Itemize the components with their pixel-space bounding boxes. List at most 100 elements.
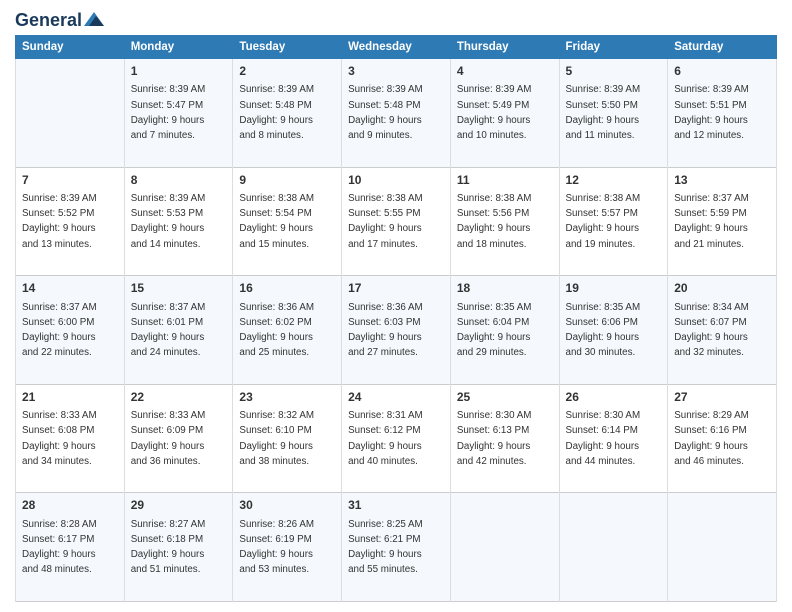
day-number: 27 (674, 389, 770, 406)
calendar-week-row: 28 Sunrise: 8:28 AMSunset: 6:17 PMDayligh… (16, 493, 777, 602)
day-number: 1 (131, 63, 227, 80)
weekday-header-thursday: Thursday (450, 36, 559, 59)
calendar-cell: 10 Sunrise: 8:38 AMSunset: 5:55 PMDayligh… (342, 167, 451, 276)
day-info: Sunrise: 8:37 AMSunset: 6:00 PMDaylight:… (22, 302, 97, 359)
day-info: Sunrise: 8:28 AMSunset: 6:17 PMDaylight:… (22, 519, 97, 576)
calendar-cell: 18 Sunrise: 8:35 AMSunset: 6:04 PMDayligh… (450, 276, 559, 385)
calendar-cell: 30 Sunrise: 8:26 AMSunset: 6:19 PMDayligh… (233, 493, 342, 602)
calendar-cell: 19 Sunrise: 8:35 AMSunset: 6:06 PMDayligh… (559, 276, 668, 385)
day-info: Sunrise: 8:35 AMSunset: 6:04 PMDaylight:… (457, 302, 532, 359)
logo-display: General (15, 10, 104, 31)
day-number: 11 (457, 172, 553, 189)
day-info: Sunrise: 8:36 AMSunset: 6:03 PMDaylight:… (348, 302, 423, 359)
calendar-cell: 4 Sunrise: 8:39 AMSunset: 5:49 PMDaylight… (450, 59, 559, 168)
day-number: 9 (239, 172, 335, 189)
day-number: 18 (457, 280, 553, 297)
calendar-cell: 13Sunrise: 8:37 AMSunset: 5:59 PMDayligh… (668, 167, 777, 276)
calendar-cell: 25 Sunrise: 8:30 AMSunset: 6:13 PMDayligh… (450, 384, 559, 493)
day-number: 5 (566, 63, 662, 80)
day-info: Sunrise: 8:26 AMSunset: 6:19 PMDaylight:… (239, 519, 314, 576)
calendar-body: 1 Sunrise: 8:39 AMSunset: 5:47 PMDaylight… (16, 59, 777, 602)
day-info: Sunrise: 8:39 AMSunset: 5:49 PMDaylight:… (457, 84, 532, 141)
day-number: 17 (348, 280, 444, 297)
day-number: 15 (131, 280, 227, 297)
calendar-cell: 20Sunrise: 8:34 AMSunset: 6:07 PMDayligh… (668, 276, 777, 385)
day-info: Sunrise: 8:38 AMSunset: 5:55 PMDaylight:… (348, 193, 423, 250)
day-info: Sunrise: 8:35 AMSunset: 6:06 PMDaylight:… (566, 302, 641, 359)
day-info: Sunrise: 8:37 AMSunset: 6:01 PMDaylight:… (131, 302, 206, 359)
day-number: 7 (22, 172, 118, 189)
logo: General (15, 10, 104, 27)
day-number: 2 (239, 63, 335, 80)
day-info: Sunrise: 8:39 AMSunset: 5:50 PMDaylight:… (566, 84, 641, 141)
weekday-header-friday: Friday (559, 36, 668, 59)
calendar-cell (450, 493, 559, 602)
calendar-week-row: 1 Sunrise: 8:39 AMSunset: 5:47 PMDaylight… (16, 59, 777, 168)
day-number: 12 (566, 172, 662, 189)
day-number: 16 (239, 280, 335, 297)
day-info: Sunrise: 8:39 AMSunset: 5:52 PMDaylight:… (22, 193, 97, 250)
page: General SundayMondayTuesdayWednesdayThur… (0, 0, 792, 612)
calendar-cell: 16 Sunrise: 8:36 AMSunset: 6:02 PMDayligh… (233, 276, 342, 385)
calendar-cell: 1 Sunrise: 8:39 AMSunset: 5:47 PMDaylight… (124, 59, 233, 168)
day-info: Sunrise: 8:38 AMSunset: 5:56 PMDaylight:… (457, 193, 532, 250)
calendar-cell: 2 Sunrise: 8:39 AMSunset: 5:48 PMDaylight… (233, 59, 342, 168)
day-number: 21 (22, 389, 118, 406)
day-info: Sunrise: 8:36 AMSunset: 6:02 PMDaylight:… (239, 302, 314, 359)
day-info: Sunrise: 8:38 AMSunset: 5:54 PMDaylight:… (239, 193, 314, 250)
calendar-week-row: 14 Sunrise: 8:37 AMSunset: 6:00 PMDayligh… (16, 276, 777, 385)
day-number: 23 (239, 389, 335, 406)
day-number: 4 (457, 63, 553, 80)
day-number: 31 (348, 497, 444, 514)
day-number: 29 (131, 497, 227, 514)
calendar-cell: 27 Sunrise: 8:29 AMSunset: 6:16 PMDayligh… (668, 384, 777, 493)
day-number: 3 (348, 63, 444, 80)
day-number: 10 (348, 172, 444, 189)
weekday-header-wednesday: Wednesday (342, 36, 451, 59)
calendar-table: SundayMondayTuesdayWednesdayThursdayFrid… (15, 35, 777, 602)
calendar-cell: 11 Sunrise: 8:38 AMSunset: 5:56 PMDayligh… (450, 167, 559, 276)
day-info: Sunrise: 8:30 AMSunset: 6:13 PMDaylight:… (457, 410, 532, 467)
day-info: Sunrise: 8:32 AMSunset: 6:10 PMDaylight:… (239, 410, 314, 467)
calendar-cell: 6 Sunrise: 8:39 AMSunset: 5:51 PMDaylight… (668, 59, 777, 168)
calendar-cell: 3 Sunrise: 8:39 AMSunset: 5:48 PMDaylight… (342, 59, 451, 168)
day-number: 26 (566, 389, 662, 406)
day-info: Sunrise: 8:39 AMSunset: 5:48 PMDaylight:… (239, 84, 314, 141)
day-info: Sunrise: 8:38 AMSunset: 5:57 PMDaylight:… (566, 193, 641, 250)
calendar-cell (16, 59, 125, 168)
day-number: 14 (22, 280, 118, 297)
day-info: Sunrise: 8:39 AMSunset: 5:51 PMDaylight:… (674, 84, 749, 141)
weekday-header-tuesday: Tuesday (233, 36, 342, 59)
day-info: Sunrise: 8:39 AMSunset: 5:47 PMDaylight:… (131, 84, 206, 141)
calendar-cell: 29Sunrise: 8:27 AMSunset: 6:18 PMDayligh… (124, 493, 233, 602)
day-number: 28 (22, 497, 118, 514)
day-info: Sunrise: 8:29 AMSunset: 6:16 PMDaylight:… (674, 410, 749, 467)
day-number: 30 (239, 497, 335, 514)
day-info: Sunrise: 8:33 AMSunset: 6:09 PMDaylight:… (131, 410, 206, 467)
calendar-cell: 17 Sunrise: 8:36 AMSunset: 6:03 PMDayligh… (342, 276, 451, 385)
calendar-cell: 8 Sunrise: 8:39 AMSunset: 5:53 PMDaylight… (124, 167, 233, 276)
calendar-week-row: 21 Sunrise: 8:33 AMSunset: 6:08 PMDayligh… (16, 384, 777, 493)
day-info: Sunrise: 8:33 AMSunset: 6:08 PMDaylight:… (22, 410, 97, 467)
day-number: 6 (674, 63, 770, 80)
day-info: Sunrise: 8:39 AMSunset: 5:48 PMDaylight:… (348, 84, 423, 141)
day-number: 8 (131, 172, 227, 189)
day-number: 19 (566, 280, 662, 297)
calendar-cell: 28 Sunrise: 8:28 AMSunset: 6:17 PMDayligh… (16, 493, 125, 602)
calendar-cell: 31 Sunrise: 8:25 AMSunset: 6:21 PMDayligh… (342, 493, 451, 602)
day-number: 25 (457, 389, 553, 406)
calendar-cell (668, 493, 777, 602)
calendar-cell: 15 Sunrise: 8:37 AMSunset: 6:01 PMDayligh… (124, 276, 233, 385)
calendar-cell: 21 Sunrise: 8:33 AMSunset: 6:08 PMDayligh… (16, 384, 125, 493)
day-info: Sunrise: 8:39 AMSunset: 5:53 PMDaylight:… (131, 193, 206, 250)
day-info: Sunrise: 8:25 AMSunset: 6:21 PMDaylight:… (348, 519, 423, 576)
header: General (15, 10, 777, 27)
weekday-header-saturday: Saturday (668, 36, 777, 59)
calendar-cell: 7 Sunrise: 8:39 AMSunset: 5:52 PMDaylight… (16, 167, 125, 276)
logo-text-general: General (15, 10, 82, 31)
calendar-header: SundayMondayTuesdayWednesdayThursdayFrid… (16, 36, 777, 59)
calendar-cell: 14 Sunrise: 8:37 AMSunset: 6:00 PMDayligh… (16, 276, 125, 385)
calendar-cell: 5 Sunrise: 8:39 AMSunset: 5:50 PMDaylight… (559, 59, 668, 168)
day-number: 13 (674, 172, 770, 189)
calendar-week-row: 7 Sunrise: 8:39 AMSunset: 5:52 PMDaylight… (16, 167, 777, 276)
